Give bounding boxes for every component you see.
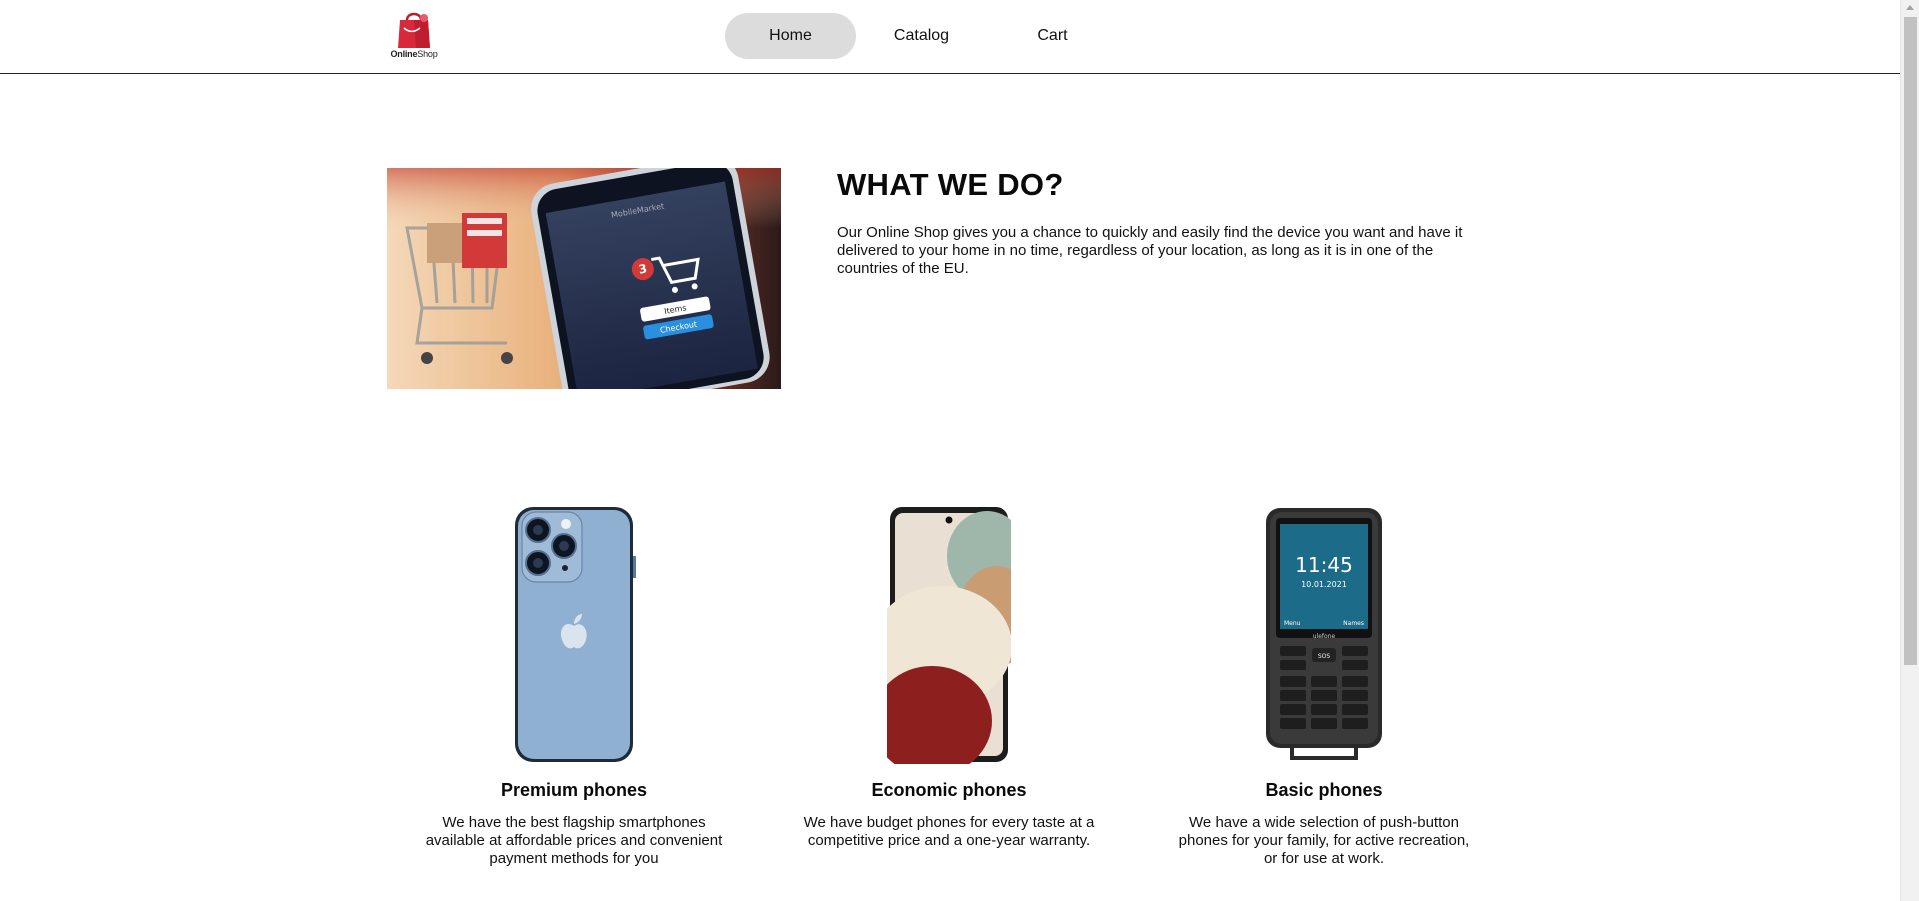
category-economic[interactable]: Economic phones We have budget phones fo… bbox=[799, 506, 1099, 850]
about-title: WHAT WE DO? bbox=[837, 167, 1064, 202]
premium-phone-image bbox=[515, 507, 636, 762]
economic-phone-image bbox=[887, 507, 1011, 764]
scrollbar-thumb[interactable] bbox=[1904, 17, 1917, 665]
logo-text: OnlineShop bbox=[390, 49, 438, 59]
about-image: MobileMarket 3 Items Checkout bbox=[387, 168, 781, 389]
page-scrollbar[interactable] bbox=[1900, 0, 1919, 901]
svg-text:Menu: Menu bbox=[1284, 620, 1301, 627]
svg-text:SOS: SOS bbox=[1318, 653, 1331, 660]
main-nav: Home Catalog Cart bbox=[725, 13, 1118, 59]
svg-text:ulefone: ulefone bbox=[1313, 633, 1336, 640]
about-text: Our Online Shop gives you a chance to qu… bbox=[837, 224, 1463, 277]
nav-cart[interactable]: Cart bbox=[987, 13, 1118, 59]
site-logo[interactable]: OnlineShop bbox=[385, 8, 443, 66]
scroll-up-arrow-icon[interactable] bbox=[1906, 5, 1914, 10]
category-text: We have a wide selection of push-button … bbox=[1178, 814, 1470, 867]
basic-phone-image: 11:45 10.01.2021 Menu Names ulefone SOS bbox=[1266, 508, 1382, 760]
shopping-bag-icon bbox=[398, 12, 430, 48]
category-title: Basic phones bbox=[1265, 780, 1383, 800]
svg-text:10.01.2021: 10.01.2021 bbox=[1301, 580, 1347, 589]
nav-home[interactable]: Home bbox=[725, 13, 856, 59]
category-basic[interactable]: 11:45 10.01.2021 Menu Names ulefone SOS … bbox=[1174, 506, 1474, 868]
category-title: Premium phones bbox=[500, 780, 648, 800]
page-viewport: OnlineShop Home Catalog Cart MobileMarke… bbox=[0, 0, 1900, 901]
svg-text:Names: Names bbox=[1343, 620, 1364, 627]
category-premium[interactable]: Premium phones We have the best flagship… bbox=[424, 506, 724, 868]
nav-catalog[interactable]: Catalog bbox=[856, 13, 987, 59]
site-header: OnlineShop Home Catalog Cart bbox=[0, 0, 1900, 74]
svg-text:11:45: 11:45 bbox=[1295, 553, 1353, 577]
category-title: Economic phones bbox=[871, 780, 1027, 800]
category-text: We have the best flagship smartphones av… bbox=[425, 814, 723, 867]
category-text: We have budget phones for every taste at… bbox=[803, 814, 1095, 849]
